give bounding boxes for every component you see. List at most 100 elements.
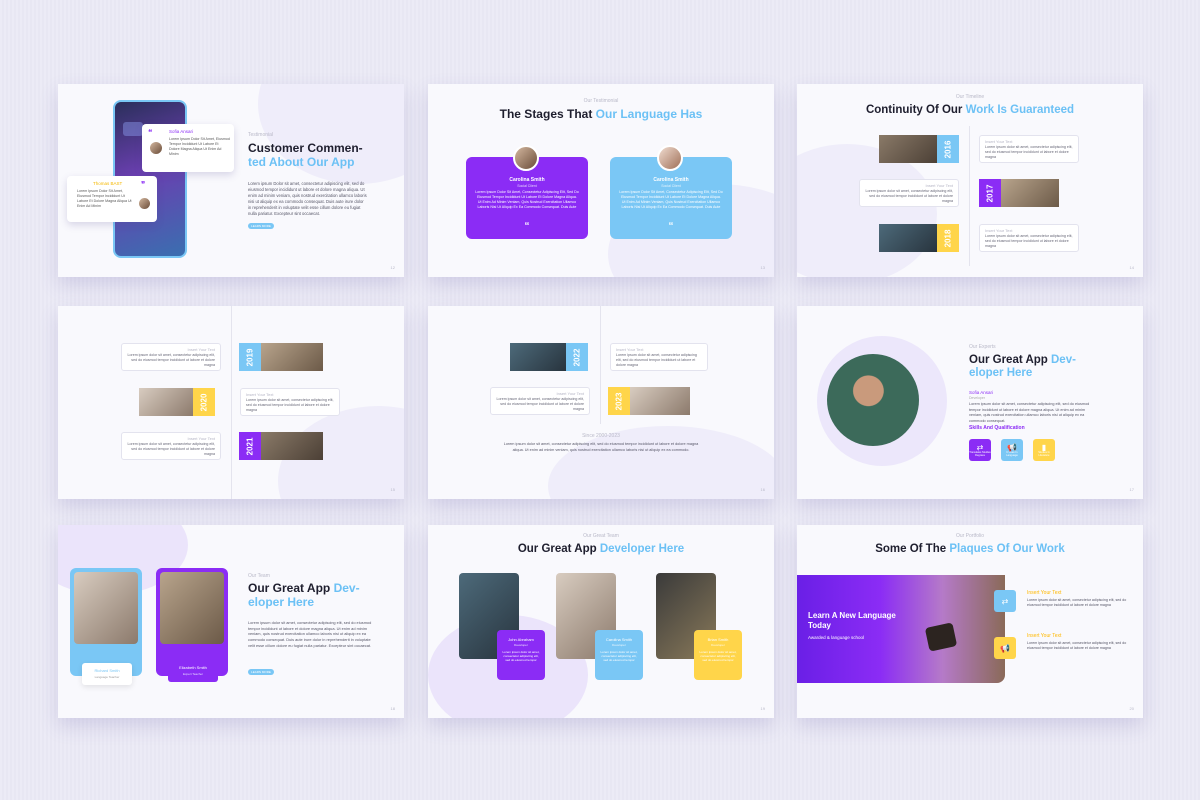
member-text: Lorem ipsum dolor sit amet, consectetur … bbox=[699, 650, 737, 663]
slide-title: Our Great App Dev- eloper Here bbox=[248, 581, 360, 610]
section-label: Our Experts bbox=[969, 344, 996, 350]
timeline-photo bbox=[510, 343, 566, 371]
testimonial-card-2: Carolina Smith Social Client Lorem Ipsum… bbox=[610, 145, 732, 239]
timeline-card: Insert Your Text Lorem ipsum dolor sit a… bbox=[490, 387, 590, 415]
year-badge: 2018 bbox=[937, 224, 959, 252]
body-text: Lorem ipsum dolor sit amet, consectetur … bbox=[969, 402, 1090, 423]
bubble-name: Sofia Ansari bbox=[169, 129, 194, 134]
page-number: 17 bbox=[1129, 487, 1134, 492]
card-heading: Insert Your Text bbox=[925, 183, 954, 188]
member-role: Developer bbox=[612, 643, 626, 647]
card-text: Lorem ipsum dolor sit amet, consectetur … bbox=[127, 353, 216, 368]
expert-photo bbox=[827, 354, 919, 446]
slide-continuity[interactable]: Our Timeline Continuity Of Our Work Is G… bbox=[797, 84, 1143, 277]
timeline-photo bbox=[1001, 179, 1059, 207]
avatar bbox=[657, 145, 683, 171]
timeline-card: Insert Your Text Lorem ipsum dolor sit a… bbox=[979, 135, 1079, 163]
avatar bbox=[513, 145, 539, 171]
shuffle-icon: ⇄ bbox=[994, 590, 1016, 612]
card-text: Lorem ipsum dolor sit amet, consectetur … bbox=[985, 145, 1073, 160]
slide-team-trio[interactable]: Our Great Team Our Great App Developer H… bbox=[428, 525, 774, 718]
timeline-photo bbox=[261, 343, 323, 371]
title-highlight: Dev- bbox=[333, 581, 360, 595]
title-highlight: Developer Here bbox=[599, 543, 685, 555]
card-role: Social Client bbox=[661, 184, 681, 188]
title-text: The Stages That bbox=[499, 107, 596, 121]
slide-plaques[interactable]: Our Portfolio Some Of The Plaques Of Our… bbox=[797, 525, 1143, 718]
card-heading: Insert Your Text bbox=[187, 436, 216, 441]
title-highlight: Dev- bbox=[1051, 354, 1076, 366]
card-heading: Insert Your Text bbox=[985, 139, 1013, 144]
skill-card-1: ⇄ Translates Studies Degrees bbox=[969, 439, 991, 461]
title-highlight: Our Language Has bbox=[595, 107, 703, 121]
skill-card-2: 📢 It Uses In Language bbox=[1001, 439, 1023, 461]
slide-testimonial[interactable]: ❝ Sofia Ansari Lorem Ipsum Dolor Sit Ame… bbox=[58, 84, 404, 277]
year-badge: 2020 bbox=[193, 388, 215, 416]
member-name: Brian Smith bbox=[707, 637, 729, 642]
slide-title: Continuity Of Our Work Is Guaranteed bbox=[797, 104, 1143, 117]
quote-icon: ❞ bbox=[141, 180, 146, 189]
bubble-name: Thomas BAST bbox=[93, 181, 123, 186]
page-number: 19 bbox=[760, 706, 765, 711]
title-highlight: eloper Here bbox=[969, 367, 1033, 380]
learn-more-button[interactable]: LEARN MORE bbox=[248, 669, 274, 675]
title-highlight: ted About Our App bbox=[248, 154, 355, 169]
member-name: Elizabeth Smith bbox=[179, 665, 207, 670]
page-number: 16 bbox=[760, 487, 765, 492]
member-role: Expert Teacher bbox=[182, 672, 204, 676]
timeline-photo bbox=[879, 224, 937, 252]
card-role: Social Client bbox=[517, 184, 537, 188]
section-label: Our Great Team bbox=[583, 533, 619, 539]
member-card-1 bbox=[70, 568, 142, 676]
avatar bbox=[137, 196, 152, 211]
card-heading: Insert Your Text bbox=[556, 391, 585, 396]
testimonial-card-1: Carolina Smith Social Client Lorem Ipsum… bbox=[466, 145, 588, 239]
member-name-card: Richard Smith Language Teacher bbox=[82, 663, 132, 685]
banner-title: Learn A New Language Today bbox=[808, 611, 896, 630]
skill-label: It Uses In Language bbox=[1006, 450, 1018, 457]
quote-icon: “ bbox=[668, 221, 674, 232]
timeline-card: Insert Your Text Lorem ipsum dolor sit a… bbox=[610, 343, 708, 371]
member-role: Developer bbox=[514, 643, 528, 647]
bg-blob bbox=[797, 144, 937, 277]
timeline-card: Insert Your Text Lorem ipsum dolor sit a… bbox=[979, 224, 1079, 252]
year-badge: 2021 bbox=[239, 432, 261, 460]
page-number: 12 bbox=[390, 265, 395, 270]
slide-team-duo[interactable]: Richard Smith Language Teacher Elizabeth… bbox=[58, 525, 404, 718]
card-text: Lorem ipsum dolor sit amet, consectetur … bbox=[865, 189, 954, 204]
title-line: Customer Commen- bbox=[248, 141, 363, 155]
testimonial-bubble-2: Thomas BAST Lorem Ipsum Dolor Sit Amet, … bbox=[67, 176, 157, 222]
megaphone-icon: 📢 bbox=[994, 637, 1016, 659]
learn-more-button[interactable]: LEARN MORE bbox=[248, 223, 274, 229]
member-text: Lorem ipsum dolor sit amet, consectetur … bbox=[502, 650, 540, 663]
card-heading: Insert Your Text bbox=[616, 347, 644, 352]
timeline-photo bbox=[261, 432, 323, 460]
card-text: Lorem ipsum dolor sit amet, consectetur … bbox=[985, 234, 1073, 249]
card-name: Carolina Smith bbox=[653, 177, 689, 183]
timeline-photo bbox=[630, 387, 690, 415]
slide-expert[interactable]: Our Experts Our Great App Dev- eloper He… bbox=[797, 306, 1143, 499]
section-label: Testimonial bbox=[248, 132, 274, 138]
body-text: Lorem ipsum dolor sit amet, consectetur … bbox=[248, 620, 372, 648]
title-text: Our Great App bbox=[969, 354, 1051, 366]
card-text: Lorem Ipsum Dolor Sit Amet, Consectetur … bbox=[475, 190, 579, 210]
page-number: 20 bbox=[1129, 706, 1134, 711]
plaque-item-text: Lorem ipsum dolor sit amet, consectetur … bbox=[1027, 598, 1127, 608]
member-name-card: Elizabeth Smith Expert Teacher bbox=[168, 660, 218, 682]
slide-stages[interactable]: Our Testimonial The Stages That Our Lang… bbox=[428, 84, 774, 277]
since-text: Lorem ipsum dolor sit amet, consectetur … bbox=[503, 442, 699, 452]
slide-timeline-2019[interactable]: Insert Your Text Lorem ipsum dolor sit a… bbox=[58, 306, 404, 499]
timeline-line bbox=[600, 306, 601, 424]
title-highlight: Work Is Guaranteed bbox=[965, 104, 1075, 116]
timeline-line bbox=[231, 306, 232, 499]
timeline-card: Insert Your Text Lorem ipsum dolor sit a… bbox=[240, 388, 340, 416]
member-photo bbox=[160, 572, 224, 644]
section-label: Our Portfolio bbox=[955, 533, 985, 539]
banner-subtitle: Awarded & language school bbox=[808, 635, 864, 640]
portfolio-banner: Learn A New Language Today Awarded & lan… bbox=[797, 575, 1005, 683]
card-text: Lorem ipsum dolor sit amet, consectetur … bbox=[127, 442, 216, 457]
slide-timeline-2022[interactable]: 2022 Insert Your Text Lorem ipsum dolor … bbox=[428, 306, 774, 499]
slide-title: Our Great App Dev- eloper Here bbox=[969, 354, 1076, 380]
quote-icon: “ bbox=[524, 221, 530, 232]
year-badge: 2019 bbox=[239, 343, 261, 371]
